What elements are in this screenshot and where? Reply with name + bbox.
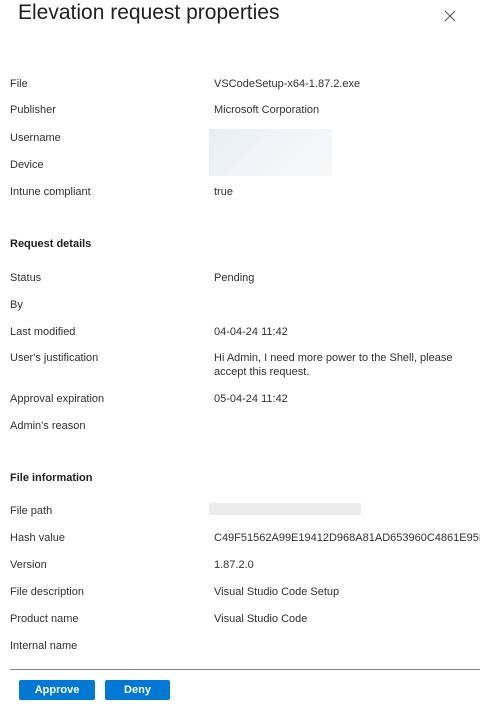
status-value: Pending [214,272,255,284]
close-button[interactable] [440,6,460,26]
justification-value: Hi Admin, I need more power to the Shell… [214,352,453,378]
deny-button[interactable]: Deny [105,680,170,700]
justification-label: User's justification [10,352,99,364]
username-label: Username [10,132,61,144]
product-label: Product name [10,613,79,625]
footer-divider [10,669,480,670]
modified-label: Last modified [10,326,76,338]
file-value: VSCodeSetup-x64-1.87.2.exe [214,78,361,90]
file-label: File [10,78,28,90]
expiration-value: 05-04-24 11:42 [214,393,288,405]
internal-label: Internal name [10,640,78,652]
description-label: File description [10,586,84,598]
close-icon [444,10,456,22]
by-label: By [10,299,23,311]
compliant-value: true [214,186,233,198]
hash-value: C49F51562A99E19412D968A81AD653960C4861E9… [214,532,480,544]
version-value: 1.87.2.0 [214,559,254,571]
publisher-label: Publisher [10,104,56,116]
request-details-heading: Request details [10,238,92,250]
hash-label: Hash value [10,532,66,544]
path-label: File path [10,505,53,517]
modified-value: 04-04-24 11:42 [214,326,288,338]
expiration-label: Approval expiration [10,393,105,405]
product-value: Visual Studio Code [214,613,308,625]
reason-label: Admin's reason [10,420,86,432]
status-label: Status [10,272,42,284]
elevation-request-panel: Elevation request properties File VSCode… [0,0,480,708]
description-value: Visual Studio Code Setup [214,586,340,598]
redacted-user-device [209,129,332,176]
publisher-link[interactable]: Microsoft Corporation [214,103,480,117]
approve-button[interactable]: Approve [19,680,95,700]
file-information-heading: File information [10,472,93,484]
compliant-label: Intune compliant [10,186,91,198]
redacted-file-path [209,503,361,515]
panel-title: Elevation request properties [18,1,280,24]
device-label: Device [10,159,44,171]
version-label: Version [10,559,47,571]
